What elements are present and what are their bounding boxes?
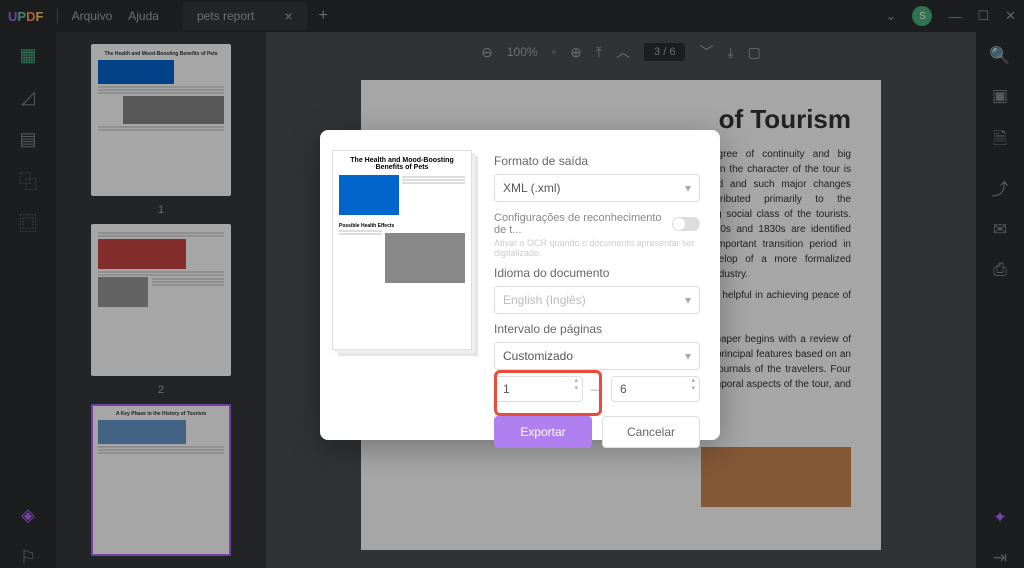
ocr-settings-label: Configurações de reconhecimento de t...: [494, 212, 664, 236]
export-dialog: The Health and Mood-Boosting Benefits of…: [320, 130, 720, 440]
ocr-toggle[interactable]: [672, 217, 700, 231]
range-separator: —: [591, 382, 603, 396]
output-format-select[interactable]: XML (.xml): [494, 174, 700, 202]
ocr-hint: Ativar o OCR quando o documento apresent…: [494, 238, 700, 258]
cancel-button[interactable]: Cancelar: [602, 416, 700, 448]
range-select[interactable]: Customizado: [494, 342, 700, 370]
output-format-label: Formato de saída: [494, 154, 700, 168]
dialog-preview: The Health and Mood-Boosting Benefits of…: [332, 150, 472, 350]
language-select[interactable]: English (Inglês): [494, 286, 700, 314]
language-label: Idioma do documento: [494, 266, 700, 280]
export-button[interactable]: Exportar: [494, 416, 592, 448]
range-to-input[interactable]: 6: [611, 376, 700, 402]
range-from-input[interactable]: 1: [494, 376, 583, 402]
range-label: Intervalo de páginas: [494, 322, 700, 336]
